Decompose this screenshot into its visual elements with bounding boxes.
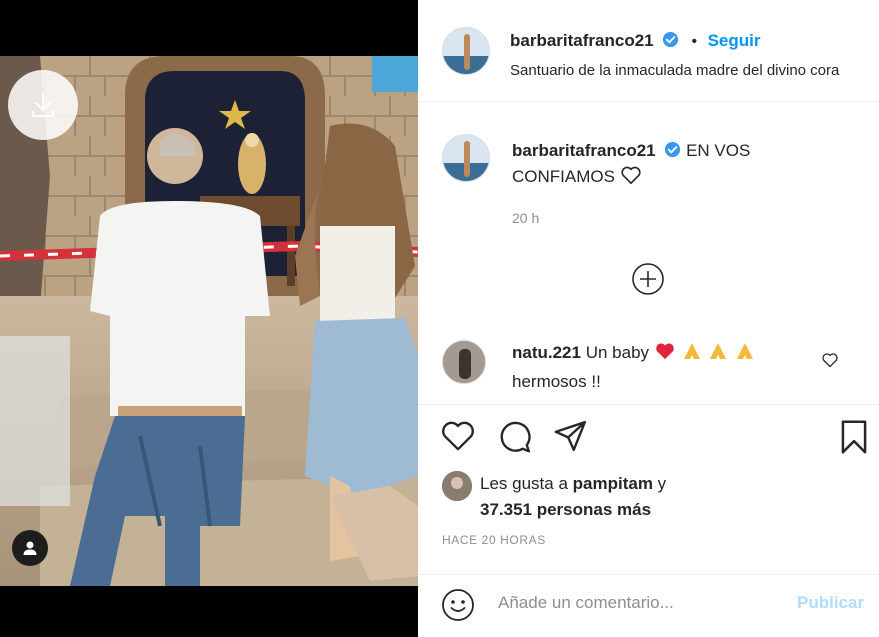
heart-red-icon [655, 343, 674, 360]
comment-bubble-icon[interactable] [497, 419, 533, 453]
likes-prefix: Les gusta a [480, 474, 568, 493]
post-timestamp: HACE 20 HORAS [442, 533, 546, 547]
post-header: barbaritafranco21 • Seguir Santuario de … [418, 0, 879, 102]
likes-user[interactable]: pampitam [573, 474, 653, 493]
like-comment-heart-icon[interactable] [821, 352, 839, 368]
share-paper-plane-icon[interactable] [553, 419, 589, 453]
comment-composer: Añade un comentario... Publicar [418, 574, 879, 637]
comment-row: natu.221 Un baby hermosos !! [418, 330, 879, 400]
praying-hands-icon [710, 343, 727, 359]
post-actions: Les gusta a pampitam y 37.351 personas m… [418, 404, 879, 574]
follow-button[interactable]: Seguir [708, 31, 761, 50]
commenter-avatar[interactable] [442, 340, 486, 384]
author-username[interactable]: barbaritafranco21 [510, 31, 654, 50]
commenter-username[interactable]: natu.221 [512, 343, 581, 362]
verified-badge-icon [663, 31, 679, 48]
user-icon [23, 541, 37, 555]
avatar-image [442, 471, 472, 501]
photo-pane [0, 0, 418, 637]
caption-text-block: barbaritafranco21 EN VOS CONFIAMOS [512, 138, 792, 190]
heart-outline-icon [621, 166, 641, 184]
download-button[interactable] [8, 70, 78, 140]
publish-button[interactable]: Publicar [797, 593, 864, 613]
like-heart-icon[interactable] [440, 419, 476, 453]
comment-text-end: hermosos !! [512, 372, 601, 391]
post-details-panel: barbaritafranco21 • Seguir Santuario de … [418, 0, 879, 637]
download-icon [32, 93, 54, 117]
praying-hands-icon [736, 343, 753, 359]
caption-timestamp: 20 h [512, 210, 540, 226]
comment-input[interactable]: Añade un comentario... [498, 593, 674, 613]
praying-hands-group [681, 341, 756, 369]
caption-username[interactable]: barbaritafranco21 [512, 141, 656, 160]
author-avatar[interactable] [442, 27, 490, 75]
photo-illustration [0, 56, 418, 586]
likes-count[interactable]: 37.351 personas más [480, 500, 651, 519]
verified-badge-icon [665, 141, 681, 158]
avatar-image [443, 341, 485, 383]
likes-summary: Les gusta a pampitam y 37.351 personas m… [480, 471, 666, 523]
comment-text-block: natu.221 Un baby hermosos !! [512, 340, 822, 395]
emoji-icon[interactable] [440, 587, 476, 623]
post-location[interactable]: Santuario de la inmaculada madre del div… [510, 62, 839, 79]
separator-dot: • [691, 33, 698, 50]
liker-avatar[interactable] [442, 471, 472, 501]
likes-conjunction: y [657, 474, 667, 493]
praying-hands-icon [683, 343, 700, 359]
avatar-image [443, 28, 489, 74]
avatar-image [443, 135, 489, 181]
comment-text-start: Un baby [585, 343, 650, 362]
post-photo[interactable] [0, 56, 418, 586]
tagged-users-button[interactable] [12, 530, 48, 566]
caption-author-avatar[interactable] [442, 134, 490, 182]
save-bookmark-icon[interactable] [838, 419, 870, 455]
load-more-comments-icon[interactable] [631, 262, 665, 296]
author-line: barbaritafranco21 • Seguir [510, 31, 761, 51]
